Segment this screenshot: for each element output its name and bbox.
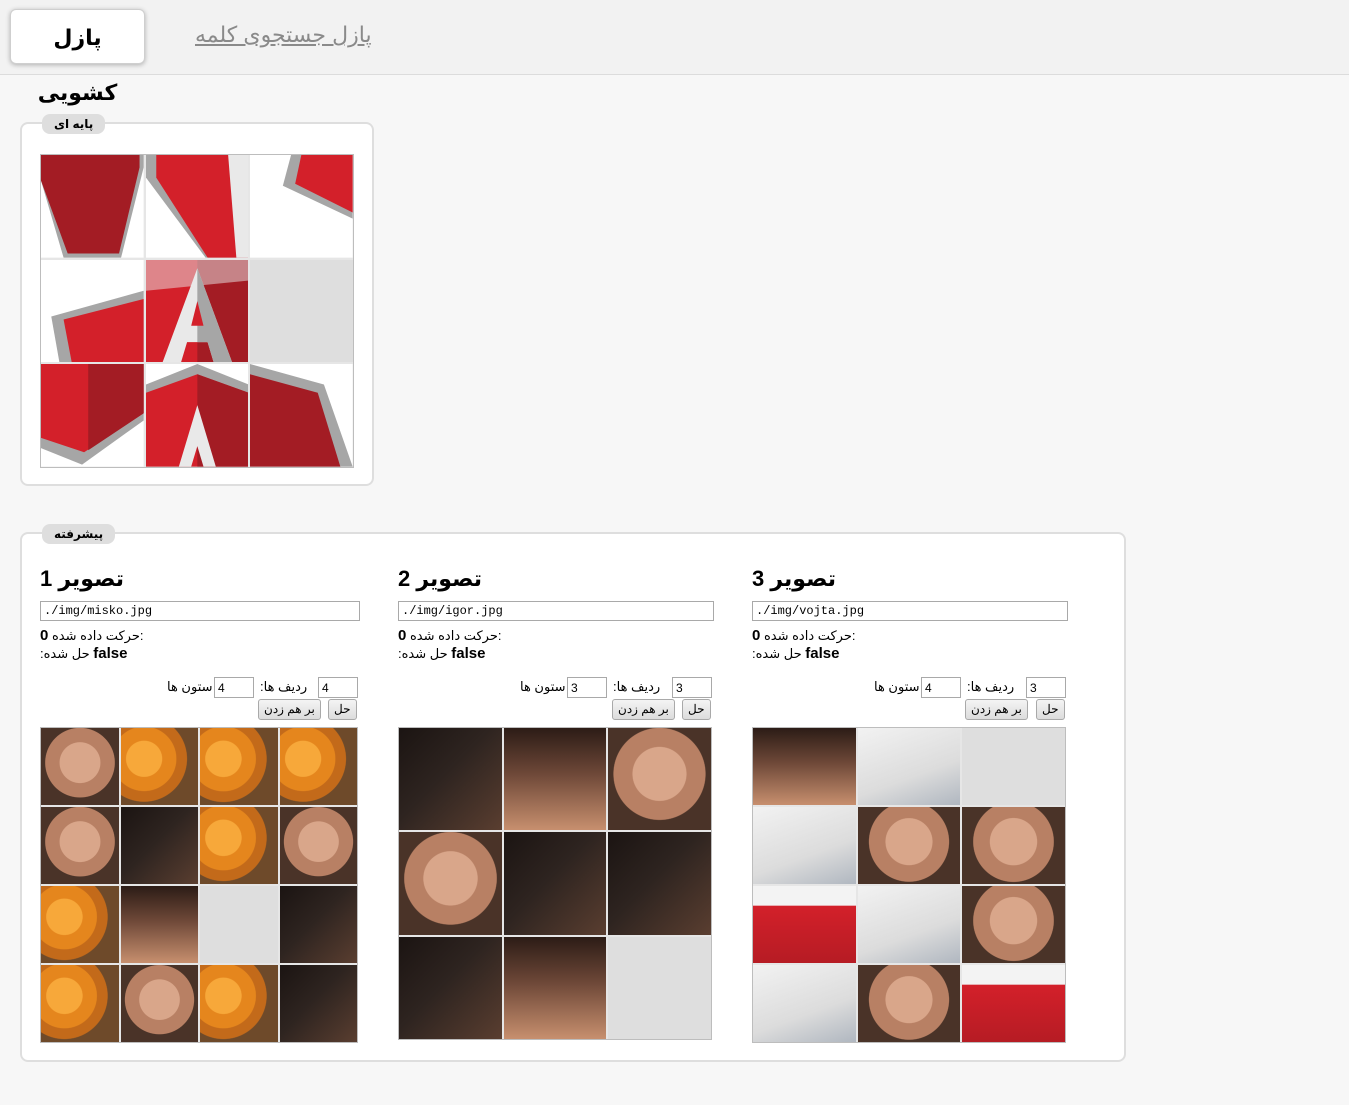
puzzle-3-solved: :حل شده false	[752, 645, 840, 662]
puzzle-tile[interactable]	[41, 364, 144, 467]
puzzle-tile[interactable]	[503, 936, 607, 1039]
puzzle-tile[interactable]	[753, 965, 856, 1042]
puzzle-tile[interactable]	[399, 832, 502, 935]
puzzle-tile[interactable]	[399, 936, 502, 1039]
puzzle-tile[interactable]	[279, 886, 357, 963]
puzzle-2-solved: :حل شده false	[398, 645, 486, 662]
advanced-legend: پیشرفته	[42, 524, 116, 544]
puzzle-tile[interactable]	[120, 807, 198, 884]
basic-puzzle-grid	[40, 154, 354, 468]
puzzle-tile[interactable]	[753, 728, 856, 805]
puzzle-1-rows-input[interactable]	[318, 677, 358, 698]
puzzle-3-moves: 0 حرکت داده شده:	[752, 627, 856, 644]
puzzle-1-rows-label: :ردیف ها	[260, 679, 308, 694]
puzzle-tile[interactable]	[120, 965, 198, 1042]
puzzle-1-moves: 0 حرکت داده شده:	[40, 627, 144, 644]
puzzle-2-cols-input[interactable]	[567, 677, 607, 698]
puzzle-tile[interactable]	[279, 965, 357, 1042]
empty-tile	[200, 886, 278, 963]
puzzle-3-solve-button[interactable]: حل	[1036, 699, 1065, 720]
empty-tile	[608, 936, 711, 1039]
tab-word-search[interactable]: پازل جستجوی کلمه	[195, 22, 372, 48]
puzzle-tile[interactable]	[399, 728, 502, 831]
puzzle-1-cols-label: ستون ها	[167, 679, 213, 694]
puzzle-tile[interactable]	[857, 728, 961, 805]
puzzle-tile[interactable]	[41, 259, 144, 363]
basic-legend: پایه ای	[42, 114, 106, 134]
puzzle-2-path-input[interactable]	[398, 601, 714, 621]
top-nav: پازل کشویی پازل جستجوی کلمه	[0, 0, 1349, 105]
empty-tile	[962, 728, 1065, 805]
puzzle-tile[interactable]	[200, 965, 278, 1042]
puzzle-2-rows-label: :ردیف ها	[613, 679, 661, 694]
puzzle-3-rows-label: :ردیف ها	[967, 679, 1015, 694]
puzzle-tile[interactable]	[145, 259, 249, 363]
puzzle-tile[interactable]	[503, 832, 607, 935]
puzzle-1-title: تصویر 1	[40, 566, 125, 591]
puzzle-tile[interactable]	[857, 807, 961, 884]
puzzle-tile[interactable]	[200, 807, 278, 884]
puzzle-1-cols-input[interactable]	[214, 677, 254, 698]
puzzle-3-grid	[752, 727, 1066, 1043]
puzzle-tile[interactable]	[753, 886, 856, 963]
puzzle-tile[interactable]	[857, 886, 961, 963]
basic-section: پایه ای	[20, 114, 374, 486]
puzzle-tile[interactable]	[145, 155, 249, 258]
puzzle-tile[interactable]	[608, 728, 711, 831]
advanced-section: پیشرفته تصویر 1 0 حرکت داده شده: :حل شده…	[20, 524, 1126, 1062]
empty-tile	[250, 259, 353, 363]
puzzle-2-moves: 0 حرکت داده شده:	[398, 627, 502, 644]
puzzle-3-cols-input[interactable]	[921, 677, 961, 698]
puzzle-3-title: تصویر 3	[752, 566, 837, 591]
puzzle-tile[interactable]	[200, 728, 278, 805]
puzzle-tile[interactable]	[250, 155, 353, 258]
puzzle-tile[interactable]	[120, 886, 198, 963]
puzzle-1-path-input[interactable]	[40, 601, 360, 621]
puzzle-tile[interactable]	[279, 728, 357, 805]
puzzle-tile[interactable]	[857, 965, 961, 1042]
puzzle-1-solve-button[interactable]: حل	[328, 699, 357, 720]
puzzle-2-title: تصویر 2	[398, 566, 483, 591]
puzzle-3-rows-input[interactable]	[1026, 677, 1066, 698]
puzzle-3-shuffle-button[interactable]: بر هم زدن	[965, 699, 1028, 720]
puzzle-tile[interactable]	[41, 965, 119, 1042]
puzzle-tile[interactable]	[279, 807, 357, 884]
puzzle-2-grid	[398, 727, 712, 1040]
puzzle-tile[interactable]	[962, 965, 1065, 1042]
puzzle-3-cols-label: ستون ها	[874, 679, 920, 694]
puzzle-2-shuffle-button[interactable]: بر هم زدن	[612, 699, 675, 720]
puzzle-2-cols-label: ستون ها	[520, 679, 566, 694]
puzzle-tile[interactable]	[608, 832, 711, 935]
tab-sliding-puzzle[interactable]: پازل کشویی	[10, 9, 145, 105]
puzzle-2-solve-button[interactable]: حل	[682, 699, 711, 720]
puzzle-tile[interactable]	[41, 886, 119, 963]
puzzle-tile[interactable]	[145, 364, 249, 467]
puzzle-tile[interactable]	[250, 364, 353, 467]
puzzle-tile[interactable]	[120, 728, 198, 805]
puzzle-tile[interactable]	[41, 728, 119, 805]
puzzle-1-shuffle-button[interactable]: بر هم زدن	[258, 699, 321, 720]
puzzle-1-grid	[40, 727, 358, 1043]
puzzle-tile[interactable]	[503, 728, 607, 831]
puzzle-tile[interactable]	[41, 807, 119, 884]
puzzle-1-solved: :حل شده false	[40, 645, 128, 662]
puzzle-tile[interactable]	[962, 807, 1065, 884]
puzzle-tile[interactable]	[753, 807, 856, 884]
puzzle-tile[interactable]	[41, 155, 144, 258]
puzzle-3-path-input[interactable]	[752, 601, 1068, 621]
puzzle-tile[interactable]	[962, 886, 1065, 963]
puzzle-2-rows-input[interactable]	[672, 677, 712, 698]
